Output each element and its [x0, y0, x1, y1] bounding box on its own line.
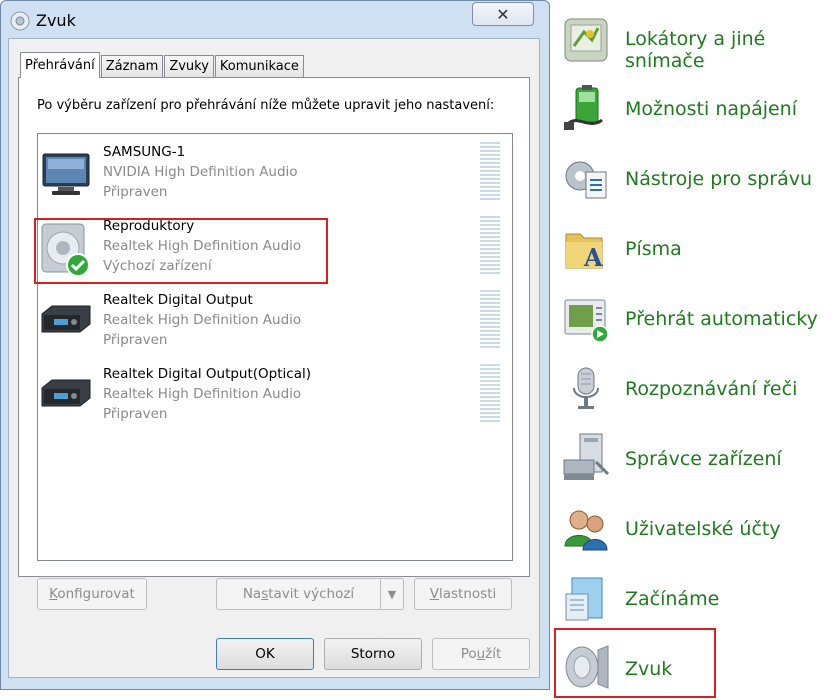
- device-name: Realtek Digital Output(Optical): [103, 366, 311, 382]
- sound-app-icon: [10, 11, 30, 31]
- admin-tools-icon[interactable]: [562, 154, 610, 204]
- dialog-titlebar[interactable]: Zvuk ✕: [0, 0, 548, 40]
- device-manager-icon[interactable]: [562, 432, 610, 484]
- tab-strip: Přehrávání Záznam Zvuky Komunikace: [20, 52, 305, 78]
- cp-item-fonts[interactable]: Písma: [625, 238, 682, 260]
- device-status: Připraven: [103, 332, 168, 348]
- monitor-icon: [42, 153, 90, 195]
- microphone-icon[interactable]: [562, 364, 610, 414]
- dialog-title: Zvuk: [36, 11, 76, 30]
- sound-item-highlight: [554, 628, 716, 698]
- device-status: Připraven: [103, 406, 168, 422]
- svg-text:A: A: [583, 243, 603, 272]
- device-item-samsung[interactable]: SAMSUNG-1 NVIDIA High Definition Audio P…: [40, 140, 506, 210]
- cp-item-admin-tools[interactable]: Nástroje pro správu: [625, 168, 812, 190]
- tab-recording[interactable]: Záznam: [100, 55, 164, 77]
- power-options-icon[interactable]: [562, 84, 610, 134]
- set-default-split-button[interactable]: Nastavit výchozí ▼: [216, 578, 404, 610]
- receiver-icon: [41, 379, 91, 407]
- tab-sounds[interactable]: Zvuky: [164, 55, 214, 77]
- tab-communications[interactable]: Komunikace: [214, 55, 304, 77]
- chevron-down-icon[interactable]: ▼: [380, 579, 403, 609]
- close-button[interactable]: ✕: [472, 2, 534, 26]
- cp-item-getting-started[interactable]: Začínáme: [625, 588, 719, 610]
- cp-item-user-accounts[interactable]: Uživatelské účty: [625, 518, 781, 540]
- close-icon: ✕: [496, 4, 510, 24]
- location-sensor-icon[interactable]: [562, 16, 610, 64]
- cancel-button[interactable]: Storno: [324, 638, 422, 670]
- cp-item-location-sensors[interactable]: Lokátory a jiné snímače: [625, 28, 840, 72]
- volume-meter: [480, 216, 500, 274]
- configure-button[interactable]: Konfigurovat: [37, 578, 147, 610]
- device-item-digital-output-optical[interactable]: Realtek Digital Output(Optical) Realtek …: [40, 362, 506, 432]
- device-driver: Realtek High Definition Audio: [103, 312, 302, 328]
- cp-item-device-manager[interactable]: Správce zařízení: [625, 448, 782, 470]
- device-name: Realtek Digital Output: [103, 292, 253, 308]
- selected-device-highlight: [34, 218, 328, 284]
- instruction-text: Po výběru zařízení pro přehrávání níže m…: [37, 98, 495, 113]
- set-default-label[interactable]: Nastavit výchozí: [217, 586, 380, 602]
- cp-item-power-options[interactable]: Možnosti napájení: [625, 98, 797, 120]
- ok-button[interactable]: OK: [216, 638, 314, 670]
- autoplay-icon[interactable]: [562, 294, 610, 344]
- device-driver: Realtek High Definition Audio: [103, 386, 302, 402]
- cp-item-autoplay[interactable]: Přehrát automaticky: [625, 308, 818, 330]
- device-item-digital-output[interactable]: Realtek Digital Output Realtek High Defi…: [40, 288, 506, 358]
- tab-playback[interactable]: Přehrávání: [20, 52, 100, 78]
- device-status: Připraven: [103, 184, 168, 200]
- device-driver: NVIDIA High Definition Audio: [103, 164, 298, 180]
- volume-meter: [480, 290, 500, 348]
- fonts-folder-icon[interactable]: A: [562, 224, 610, 274]
- getting-started-icon[interactable]: [562, 574, 610, 626]
- volume-meter: [480, 142, 500, 200]
- volume-meter: [480, 364, 500, 422]
- device-name: SAMSUNG-1: [103, 144, 186, 160]
- receiver-icon: [41, 305, 91, 333]
- properties-button[interactable]: Vlastnosti: [414, 578, 512, 610]
- user-accounts-icon[interactable]: [562, 504, 610, 554]
- cp-item-speech-recognition[interactable]: Rozpoznávání řeči: [625, 378, 797, 400]
- apply-button[interactable]: Použít: [432, 638, 530, 670]
